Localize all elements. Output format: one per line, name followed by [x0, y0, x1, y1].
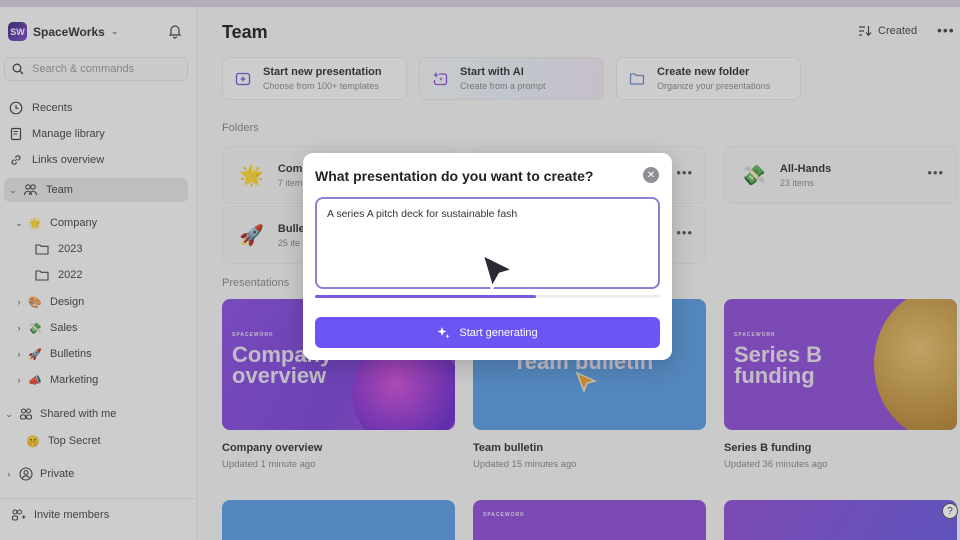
close-icon[interactable]: ✕	[643, 167, 659, 183]
button-label: Start generating	[459, 326, 538, 339]
start-generating-button[interactable]: Start generating	[315, 317, 660, 348]
dialog-title: What presentation do you want to create?	[315, 168, 594, 184]
sparkle-icon	[437, 326, 451, 338]
mouse-cursor-icon	[480, 252, 516, 290]
